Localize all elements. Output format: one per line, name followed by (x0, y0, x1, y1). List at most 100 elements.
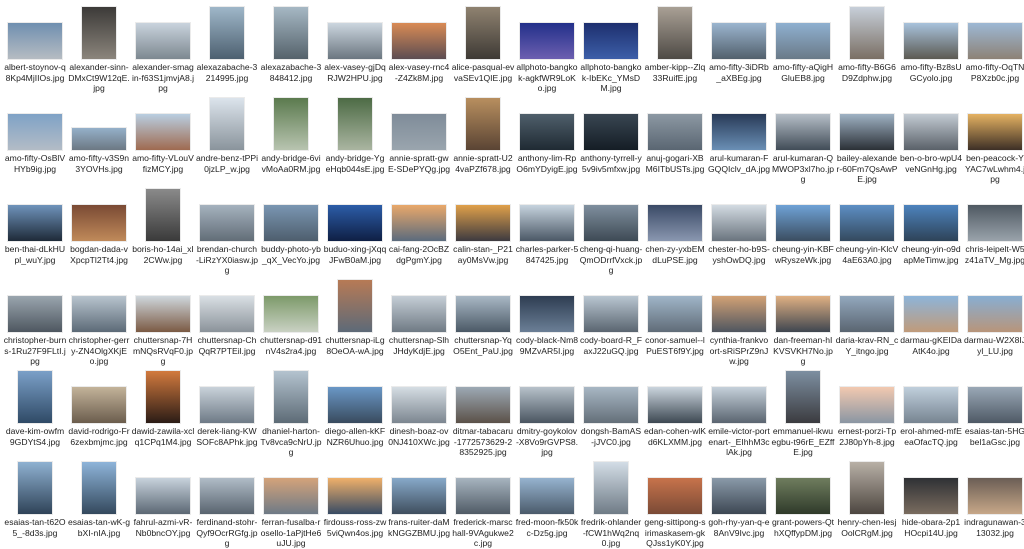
file-item[interactable]: alex-vasey-rnc4-Z4Zk8M.jpg (387, 3, 451, 94)
image-thumbnail[interactable] (136, 114, 190, 150)
file-item[interactable]: amo-fifty-Bz8sUGCyolo.jpg (899, 3, 963, 94)
file-item[interactable]: albert-stoynov-q8Kp4MjIIOs.jpg (3, 3, 67, 94)
image-thumbnail[interactable] (648, 296, 702, 332)
file-item[interactable]: dinesh-boaz-ov0NJ410XWc.jpg (387, 367, 451, 458)
image-thumbnail[interactable] (840, 114, 894, 150)
image-thumbnail[interactable] (520, 205, 574, 241)
file-item[interactable]: henry-chen-lesjOolCRgM.jpg (835, 458, 899, 549)
image-thumbnail[interactable] (520, 114, 574, 150)
file-item[interactable]: anthony-lim-RpO6mYDyigE.jpg (515, 94, 579, 185)
image-thumbnail[interactable] (200, 478, 254, 514)
image-thumbnail[interactable] (968, 296, 1022, 332)
image-thumbnail[interactable] (392, 205, 446, 241)
image-thumbnail[interactable] (274, 371, 308, 423)
image-thumbnail[interactable] (840, 205, 894, 241)
image-thumbnail[interactable] (776, 205, 830, 241)
image-thumbnail[interactable] (210, 7, 244, 59)
image-thumbnail[interactable] (584, 296, 638, 332)
image-thumbnail[interactable] (392, 23, 446, 59)
file-item[interactable]: indragunawan-313032.jpg (963, 458, 1024, 549)
file-item[interactable]: alexander-smagin-f63S1jmvjA8.jpg (131, 3, 195, 94)
image-thumbnail[interactable] (520, 478, 574, 514)
image-thumbnail[interactable] (264, 478, 318, 514)
image-thumbnail[interactable] (968, 23, 1022, 59)
file-item[interactable]: chuttersnap-7HmNQsRVqF0.jpg (131, 276, 195, 367)
file-item[interactable]: ben-o-bro-wpU4veNGnHg.jpg (899, 94, 963, 185)
image-thumbnail[interactable] (136, 296, 190, 332)
image-thumbnail[interactable] (392, 114, 446, 150)
image-thumbnail[interactable] (712, 387, 766, 423)
image-thumbnail[interactable] (210, 98, 244, 150)
file-item[interactable]: annie-spratt-U24vaPZf678.jpg (451, 94, 515, 185)
file-item[interactable]: amo-fifty-3iDRb_aXBEg.jpg (707, 3, 771, 94)
file-item[interactable]: calin-stan-_P21ay0MsVw.jpg (451, 185, 515, 276)
file-item[interactable]: charles-parker-5847425.jpg (515, 185, 579, 276)
file-item[interactable]: esaias-tan-t62O5_-8d3s.jpg (3, 458, 67, 549)
image-thumbnail[interactable] (840, 296, 894, 332)
file-item[interactable]: grant-powers-QthXQffypDM.jpg (771, 458, 835, 549)
file-item[interactable]: chen-zy-yxbEMdLuPSE.jpg (643, 185, 707, 276)
file-item[interactable]: edan-cohen-wlKd6KLXMM.jpg (643, 367, 707, 458)
file-item[interactable]: chris-leipelt-W5z41aTV_Mg.jpg (963, 185, 1024, 276)
image-thumbnail[interactable] (146, 189, 180, 241)
image-thumbnail[interactable] (72, 205, 126, 241)
image-thumbnail[interactable] (968, 478, 1022, 514)
image-thumbnail[interactable] (850, 7, 884, 59)
file-item[interactable]: allphoto-bangkok-agkfWR9LoKo.jpg (515, 3, 579, 94)
file-item[interactable]: emmanuel-ikwuegbu-t96rE_EZffE.jpg (771, 367, 835, 458)
image-thumbnail[interactable] (776, 296, 830, 332)
file-item[interactable]: christopher-burns-1Ru27F9FLtI.jpg (3, 276, 67, 367)
file-item[interactable]: darmau-W2X8IJyl_LU.jpg (963, 276, 1024, 367)
image-thumbnail[interactable] (786, 371, 820, 423)
image-thumbnail[interactable] (584, 114, 638, 150)
file-item[interactable]: dan-freeman-hIKVSVKH7No.jpg (771, 276, 835, 367)
image-thumbnail[interactable] (136, 478, 190, 514)
image-thumbnail[interactable] (8, 23, 62, 59)
image-thumbnail[interactable] (712, 23, 766, 59)
file-item[interactable]: arul-kumaran-QMWOP3xl7ho.jpg (771, 94, 835, 185)
file-item[interactable]: anthony-tyrrell-y5v9iv5mfxw.jpg (579, 94, 643, 185)
image-thumbnail[interactable] (18, 371, 52, 423)
file-item[interactable]: david-rodrigo-Fr6zexbmjmc.jpg (67, 367, 131, 458)
image-thumbnail[interactable] (264, 205, 318, 241)
file-item[interactable]: chester-ho-b9S-yshOwDQ.jpg (707, 185, 771, 276)
file-item[interactable]: amo-fifty-VLouVfizMCY.jpg (131, 94, 195, 185)
file-item[interactable]: alex-vasey-gjDqRJW2HPU.jpg (323, 3, 387, 94)
file-item[interactable]: dongsh-BamAS-jJVC0.jpg (579, 367, 643, 458)
file-item[interactable]: ferran-fusalba-rosello-1aPjtHe6uJU.jpg (259, 458, 323, 549)
image-thumbnail[interactable] (328, 478, 382, 514)
image-thumbnail[interactable] (904, 478, 958, 514)
file-item[interactable]: chuttersnap-d91nV4s2ra4.jpg (259, 276, 323, 367)
image-thumbnail[interactable] (392, 387, 446, 423)
file-item[interactable]: fahrul-azmi-vR-Nb0bncOY.jpg (131, 458, 195, 549)
image-thumbnail[interactable] (648, 205, 702, 241)
file-item[interactable]: chuttersnap-YqO5Ent_PaU.jpg (451, 276, 515, 367)
file-item[interactable]: diego-allen-kKFNZR6Uhuo.jpg (323, 367, 387, 458)
image-thumbnail[interactable] (200, 296, 254, 332)
image-thumbnail[interactable] (840, 387, 894, 423)
image-thumbnail[interactable] (328, 23, 382, 59)
file-item[interactable]: derek-liang-KWSOFc8APhk.jpg (195, 367, 259, 458)
image-thumbnail[interactable] (776, 114, 830, 150)
image-thumbnail[interactable] (904, 387, 958, 423)
image-thumbnail[interactable] (338, 280, 372, 332)
image-thumbnail[interactable] (456, 478, 510, 514)
file-item[interactable]: cheng-qi-huang-QmODrrfVxck.jpg (579, 185, 643, 276)
image-thumbnail[interactable] (658, 7, 692, 59)
image-thumbnail[interactable] (200, 387, 254, 423)
file-item[interactable]: esaias-tan-5HGbel1aGsc.jpg (963, 367, 1024, 458)
image-thumbnail[interactable] (968, 114, 1022, 150)
image-thumbnail[interactable] (712, 296, 766, 332)
image-thumbnail[interactable] (18, 462, 52, 514)
file-item[interactable]: firdouss-ross-zw5viQwn4os.jpg (323, 458, 387, 549)
image-thumbnail[interactable] (328, 387, 382, 423)
file-item[interactable]: fredrik-ohlander-fCW1hWq2nq0.jpg (579, 458, 643, 549)
file-item[interactable]: conor-samuel--lPuEST6f9Y.jpg (643, 276, 707, 367)
file-item[interactable]: anuj-gogari-XBM6ITbUSTs.jpg (643, 94, 707, 185)
file-item[interactable]: buddy-photo-yb_qX_VecYo.jpg (259, 185, 323, 276)
file-item[interactable]: alexander-sinn-DMxCt9W12qE.jpg (67, 3, 131, 94)
file-item[interactable]: frederick-marschall-9VAgukwe2c.jpg (451, 458, 515, 549)
file-item[interactable]: ernest-porzi-Tp2J80pYh-8.jpg (835, 367, 899, 458)
image-thumbnail[interactable] (328, 205, 382, 241)
file-item[interactable]: dawid-zawila-xclq1CPq1M4.jpg (131, 367, 195, 458)
